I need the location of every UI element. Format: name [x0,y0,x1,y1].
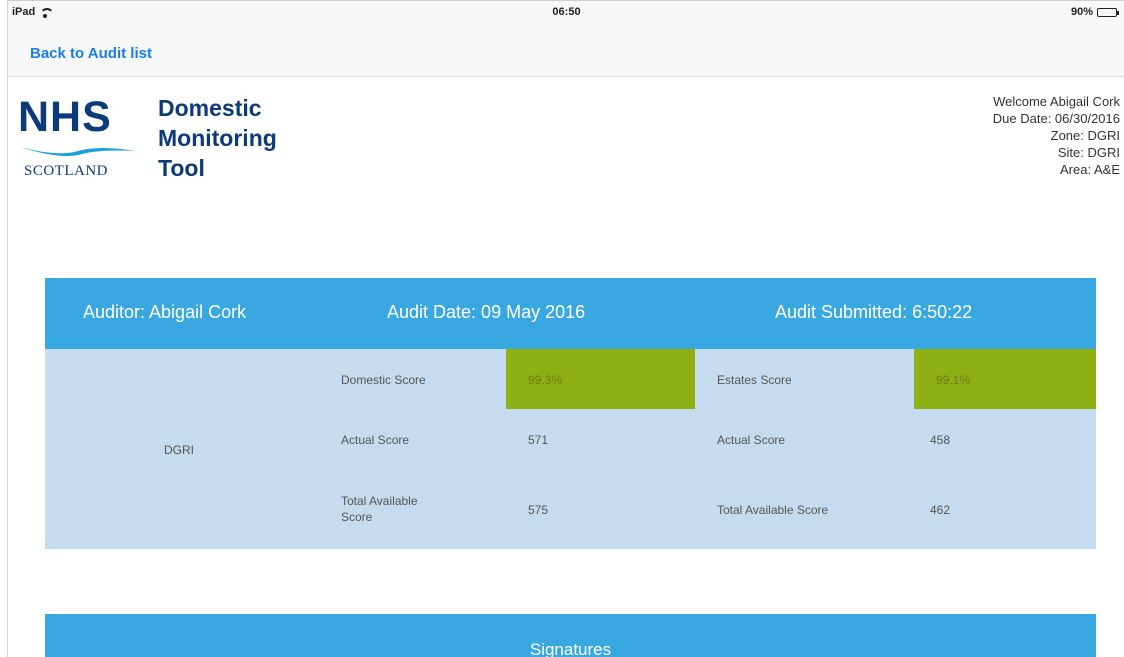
estates-score-label: Estates Score [717,373,792,387]
domestic-score-value: 99.3% [528,373,563,387]
back-to-audit-list-link[interactable]: Back to Audit list [30,45,152,62]
estates-total-value: 462 [930,503,951,517]
due-date: Due Date: 06/30/2016 [992,111,1120,126]
estates-score-value: 99.1% [936,373,971,387]
logo-scotland-text: SCOTLAND [24,163,109,179]
signatures-title: Signatures [529,640,612,657]
zone: Zone: DGRI [1050,128,1120,143]
top-bar: iPad 06:50 90% Back to Audit list [8,1,1124,77]
welcome-text: Welcome Abigail Cork [993,94,1120,109]
audit-date-label: Audit Date: 09 May 2016 [387,302,586,322]
estates-actual-value: 458 [930,433,951,447]
app-title-line3: Tool [158,155,205,181]
area: Area: A&E [1060,162,1120,177]
domestic-actual-value: 571 [528,433,549,447]
domestic-score-highlight: 99.3% [506,349,695,409]
domestic-total-label: Total Available Score [341,494,418,524]
audit-submitted-label: Audit Submitted: 6:50:22 [775,302,973,322]
estates-actual-label: Actual Score [717,433,786,447]
status-bar: iPad 06:50 90% [8,5,1124,21]
site: Site: DGRI [1057,145,1120,160]
auditor-label: Auditor: Abigail Cork [83,302,247,322]
status-time: 06:50 [552,6,581,18]
signatures-section: Signatures [45,614,1096,657]
domestic-actual-label: Actual Score [341,433,410,447]
logo-swoosh-icon [20,147,136,156]
audit-summary-table: Auditor: Abigail Cork Audit Date: 09 May… [45,278,1096,549]
nhs-logo: NHS SCOTLAND Domestic Monitoring Tool [18,93,318,188]
domestic-total-value: 575 [528,503,549,517]
estates-total-label: Total Available Score [717,503,829,517]
app-title-line1: Domestic [158,95,262,121]
app-title: Domestic Monitoring Tool [158,93,277,183]
app-title-line2: Monitoring [158,125,277,151]
domestic-score-label: Domestic Score [341,373,426,387]
estates-score-highlight: 99.1% [914,349,1096,409]
user-info: Welcome Abigail Cork Due Date: 06/30/201… [993,93,1120,178]
logo-nhs-text: NHS [18,93,112,141]
site-cell: DGRI [164,443,194,457]
status-right: 90% [1070,6,1119,18]
battery-icon [1097,7,1119,17]
app-frame: iPad 06:50 90% Back to Audit list NHS SC… [7,0,1124,657]
battery-percent: 90% [1070,6,1093,18]
summary-header: Auditor: Abigail Cork Audit Date: 09 May… [45,278,1096,349]
